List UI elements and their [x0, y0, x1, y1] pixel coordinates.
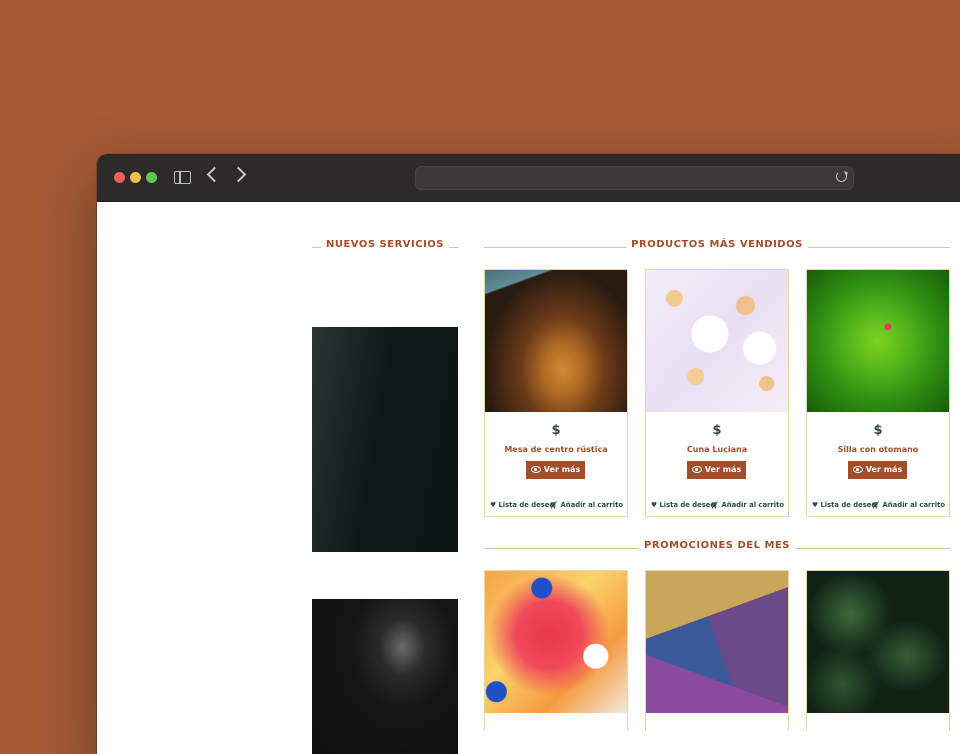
eye-icon — [691, 466, 702, 473]
back-icon[interactable] — [206, 166, 223, 183]
wishlist-label: Lista de deseo — [659, 501, 716, 509]
service-image[interactable] — [312, 599, 458, 754]
product-image[interactable] — [485, 270, 627, 412]
promociones-heading: PROMOCIONES DEL MES — [484, 540, 950, 556]
product-image[interactable] — [646, 270, 788, 412]
page-content: NUEVOS SERVICIOS PRODUCTOS MÁS VENDIDOS … — [97, 201, 960, 754]
close-window-button[interactable] — [114, 172, 125, 183]
product-price: $ — [873, 423, 883, 438]
reload-icon[interactable] — [836, 171, 847, 182]
promo-card — [806, 570, 950, 731]
ver-mas-button[interactable]: Ver más — [848, 461, 907, 479]
add-to-cart-label: Añadir al carrito — [721, 501, 784, 509]
ver-mas-label: Ver más — [704, 465, 742, 474]
add-to-cart-label: Añadir al carrito — [882, 501, 945, 509]
mas-vendidos-heading: PRODUCTOS MÁS VENDIDOS — [484, 239, 950, 255]
nuevos-servicios-heading: NUEVOS SERVICIOS — [312, 239, 458, 255]
eye-icon — [852, 466, 863, 473]
wishlist-label: Lista de deseo — [498, 501, 555, 509]
browser-titlebar — [97, 154, 960, 202]
product-card: $ Cuna Luciana Ver más ♥ Lista de deseo … — [645, 269, 789, 517]
promo-image[interactable] — [646, 571, 788, 713]
product-image[interactable] — [807, 270, 949, 412]
promo-image[interactable] — [485, 571, 627, 713]
add-to-cart-link[interactable]: 🛒︎ Añadir al carrito — [872, 501, 945, 509]
ver-mas-button[interactable]: Ver más — [687, 461, 746, 479]
product-price: $ — [712, 423, 722, 438]
add-to-cart-link[interactable]: 🛒︎ Añadir al carrito — [711, 501, 784, 509]
maximize-window-button[interactable] — [146, 172, 157, 183]
mas-vendidos-title: PRODUCTOS MÁS VENDIDOS — [626, 239, 808, 250]
ver-mas-button[interactable]: Ver más — [526, 461, 585, 479]
promo-card — [484, 570, 628, 731]
add-to-cart-link[interactable]: 🛒︎ Añadir al carrito — [550, 501, 623, 509]
promo-card — [645, 570, 789, 731]
wishlist-link[interactable]: ♥ Lista de deseo — [490, 501, 554, 509]
eye-icon — [530, 466, 541, 473]
promociones-title: PROMOCIONES DEL MES — [639, 540, 795, 551]
wishlist-link[interactable]: ♥ Lista de deseo — [651, 501, 715, 509]
wishlist-label: Lista de deseo — [820, 501, 877, 509]
ver-mas-label: Ver más — [865, 465, 903, 474]
forward-icon[interactable] — [230, 166, 247, 183]
ver-mas-label: Ver más — [543, 465, 581, 474]
product-name[interactable]: Mesa de centro rústica — [485, 445, 627, 454]
wishlist-link[interactable]: ♥ Lista de deseo — [812, 501, 876, 509]
browser-window: NUEVOS SERVICIOS PRODUCTOS MÁS VENDIDOS … — [97, 154, 960, 754]
product-name[interactable]: Cuna Luciana — [646, 445, 788, 454]
product-card: $ Mesa de centro rústica Ver más ♥ Lista… — [484, 269, 628, 517]
address-bar[interactable] — [415, 166, 854, 190]
product-card: $ Silla con otomano Ver más ♥ Lista de d… — [806, 269, 950, 517]
promo-image[interactable] — [807, 571, 949, 713]
minimize-window-button[interactable] — [130, 172, 141, 183]
nuevos-servicios-title: NUEVOS SERVICIOS — [320, 239, 450, 250]
sidebar-icon[interactable] — [174, 171, 191, 184]
product-price: $ — [551, 423, 561, 438]
add-to-cart-label: Añadir al carrito — [560, 501, 623, 509]
service-image[interactable] — [312, 327, 458, 552]
product-name[interactable]: Silla con otomano — [807, 445, 949, 454]
